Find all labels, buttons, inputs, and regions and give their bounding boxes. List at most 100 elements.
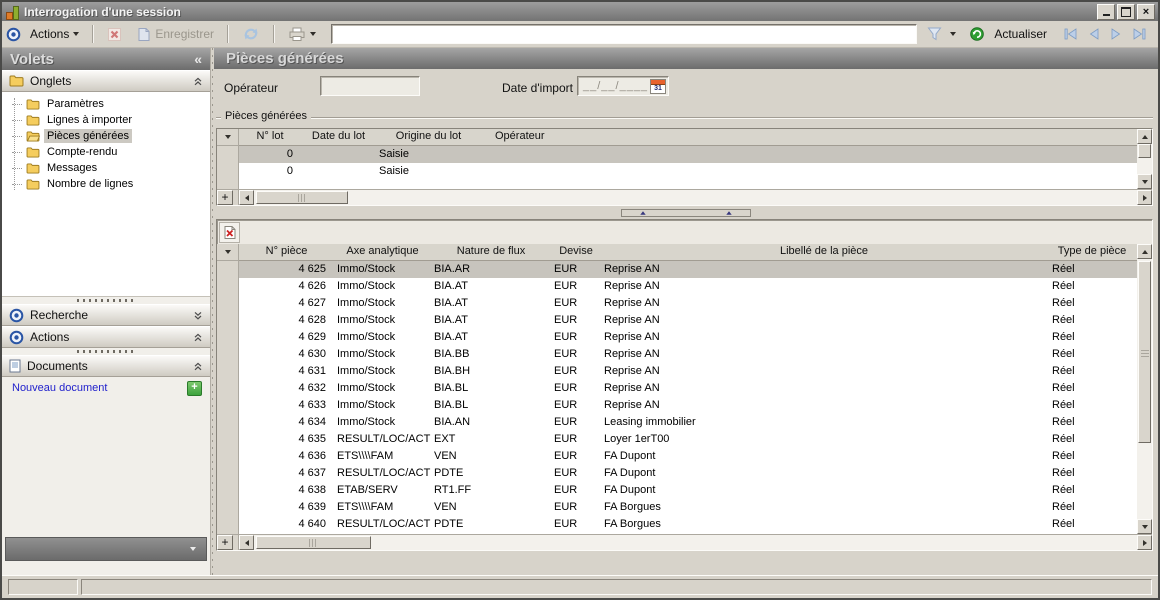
nav-next-icon[interactable] xyxy=(1108,27,1124,41)
tree-item-label: Paramètres xyxy=(44,97,107,111)
table-row[interactable]: 4 627Immo/StockBIA.ATEURReprise ANRéel xyxy=(239,295,1137,312)
scroll-right-button[interactable] xyxy=(1137,535,1152,550)
horizontal-scrollbar[interactable] xyxy=(239,189,1137,205)
column-header[interactable]: Devise xyxy=(551,244,601,260)
column-header[interactable]: Nature de flux xyxy=(431,244,551,260)
table-row[interactable]: 4 640RESULT/LOC/ACTPDTEEURFA BorguesRéel xyxy=(239,516,1137,533)
table-row[interactable]: 4 639ETS\\\\FAMVENEURFA BorguesRéel xyxy=(239,499,1137,516)
date-import-field[interactable]: __/__/____ 31 xyxy=(577,76,669,96)
tree-item-pieces-generees[interactable]: Pièces générées xyxy=(10,128,210,144)
scrollbar-track[interactable] xyxy=(1137,144,1152,174)
column-header[interactable]: Opérateur xyxy=(481,129,1137,145)
section-actions[interactable]: Actions xyxy=(2,326,210,348)
table-row[interactable]: 4 625Immo/StockBIA.AREURReprise ANRéel xyxy=(239,261,1137,278)
scroll-down-button[interactable] xyxy=(1137,174,1152,189)
table-row[interactable]: 4 626Immo/StockBIA.ATEURReprise ANRéel xyxy=(239,278,1137,295)
section-documents[interactable]: Documents xyxy=(2,355,210,377)
table-row[interactable]: 4 628Immo/StockBIA.ATEURReprise ANRéel xyxy=(239,312,1137,329)
refresh-button[interactable] xyxy=(236,23,266,45)
vertical-scrollbar[interactable] xyxy=(1137,244,1152,534)
tree-item-parametres[interactable]: Paramètres xyxy=(10,96,210,112)
table-row[interactable]: 4 632Immo/StockBIA.BLEURReprise ANRéel xyxy=(239,380,1137,397)
print-button[interactable] xyxy=(282,24,322,45)
operator-field[interactable] xyxy=(320,76,420,96)
delete-piece-button[interactable] xyxy=(219,222,240,243)
chevron-double-up-icon[interactable] xyxy=(193,77,203,86)
table-row[interactable]: 4 631Immo/StockBIA.BHEURReprise ANRéel xyxy=(239,363,1137,380)
scrollbar-thumb[interactable] xyxy=(1138,261,1151,443)
add-row-button[interactable]: + xyxy=(217,190,233,205)
sidebar-splitter[interactable] xyxy=(2,348,210,355)
scroll-up-button[interactable] xyxy=(1137,129,1152,144)
column-header[interactable]: N° lot xyxy=(239,129,301,145)
column-header[interactable]: Libellé de la pièce xyxy=(601,244,1047,260)
add-row-button[interactable]: + xyxy=(217,535,233,550)
table-row[interactable]: 4 634Immo/StockBIA.ANEURLeasing immobili… xyxy=(239,414,1137,431)
scrollbar-track[interactable] xyxy=(254,535,1137,550)
filter-dropdown-icon[interactable] xyxy=(950,32,956,36)
tree-item-nombre-de-lignes[interactable]: Nombre de lignes xyxy=(10,176,210,192)
lots-table-header[interactable]: N° lot Date du lot Origine du lot Opérat… xyxy=(239,129,1137,146)
delete-button[interactable] xyxy=(101,24,128,45)
tree-item-messages[interactable]: Messages xyxy=(10,160,210,176)
pieces-table-header[interactable]: N° pièce Axe analytique Nature de flux D… xyxy=(239,244,1137,261)
actions-menu-button[interactable]: Actions xyxy=(24,24,85,44)
row-indicator-header[interactable] xyxy=(217,244,238,261)
table-row[interactable]: 4 629Immo/StockBIA.ATEURReprise ANRéel xyxy=(239,329,1137,346)
table-row[interactable]: 4 633Immo/StockBIA.BLEURReprise ANRéel xyxy=(239,397,1137,414)
column-header[interactable]: Type de pièce xyxy=(1047,244,1137,260)
collapsed-panel-bar[interactable] xyxy=(5,537,207,561)
new-document-link[interactable]: Nouveau document xyxy=(12,382,181,394)
green-refresh-icon[interactable] xyxy=(969,26,985,42)
maximize-button[interactable] xyxy=(1117,4,1135,20)
scroll-left-button[interactable] xyxy=(239,535,254,550)
search-input[interactable] xyxy=(331,24,917,44)
scroll-up-button[interactable] xyxy=(1137,244,1152,259)
calendar-icon[interactable]: 31 xyxy=(650,79,666,94)
scrollbar-thumb[interactable] xyxy=(256,536,371,549)
groupbox-label: Pièces générées xyxy=(221,110,311,122)
section-recherche[interactable]: Recherche xyxy=(2,304,210,326)
nav-last-icon[interactable] xyxy=(1130,27,1148,41)
table-row[interactable]: 4 630Immo/StockBIA.BBEURReprise ANRéel xyxy=(239,346,1137,363)
chevron-double-up-icon[interactable] xyxy=(193,333,203,342)
scrollbar-track[interactable] xyxy=(1137,259,1152,519)
save-button[interactable]: Enregistrer xyxy=(131,24,220,45)
minimize-button[interactable] xyxy=(1097,4,1115,20)
nav-first-icon[interactable] xyxy=(1062,27,1080,41)
filter-icon[interactable] xyxy=(926,26,943,42)
nav-prev-icon[interactable] xyxy=(1086,27,1102,41)
collapse-sidebar-icon[interactable]: « xyxy=(194,51,202,67)
table-row[interactable]: 4 635RESULT/LOC/ACTEXTEURLoyer 1erT00Rée… xyxy=(239,431,1137,448)
scrollbar-thumb[interactable] xyxy=(1138,144,1151,158)
table-row[interactable]: 0Saisie xyxy=(239,146,1137,163)
scroll-right-button[interactable] xyxy=(1137,190,1152,205)
tree-item-lignes-a-importer[interactable]: Lignes à importer xyxy=(10,112,210,128)
folder-icon xyxy=(26,147,40,158)
scroll-left-button[interactable] xyxy=(239,190,254,205)
scrollbar-track[interactable] xyxy=(254,190,1137,205)
table-cell: EUR xyxy=(551,431,601,448)
table-row[interactable]: 4 636ETS\\\\FAMVENEURFA DupontRéel xyxy=(239,448,1137,465)
chevron-double-up-icon[interactable] xyxy=(193,362,203,371)
sidebar-splitter[interactable] xyxy=(2,297,210,304)
close-button[interactable]: × xyxy=(1137,4,1155,20)
horizontal-scrollbar[interactable] xyxy=(239,534,1137,550)
tree-item-compte-rendu[interactable]: Compte-rendu xyxy=(10,144,210,160)
column-header[interactable]: Date du lot xyxy=(301,129,376,145)
green-plus-icon[interactable]: + xyxy=(187,381,202,396)
arrow-left-icon xyxy=(245,540,249,546)
table-row[interactable]: 4 637RESULT/LOC/ACTPDTEEURFA DupontRéel xyxy=(239,465,1137,482)
scrollbar-thumb[interactable] xyxy=(256,191,348,204)
vertical-scrollbar[interactable] xyxy=(1137,129,1152,189)
column-header[interactable]: N° pièce xyxy=(239,244,334,260)
table-row[interactable]: 4 638ETAB/SERVRT1.FFEURFA DupontRéel xyxy=(239,482,1137,499)
row-indicator-header[interactable] xyxy=(217,129,238,146)
section-onglets[interactable]: Onglets xyxy=(2,70,210,92)
table-row[interactable]: 0Saisie xyxy=(239,163,1137,180)
grid-splitter-handle[interactable] xyxy=(621,209,751,217)
column-header[interactable]: Origine du lot xyxy=(376,129,481,145)
scroll-down-button[interactable] xyxy=(1137,519,1152,534)
chevron-double-down-icon[interactable] xyxy=(193,311,203,320)
column-header[interactable]: Axe analytique xyxy=(334,244,431,260)
